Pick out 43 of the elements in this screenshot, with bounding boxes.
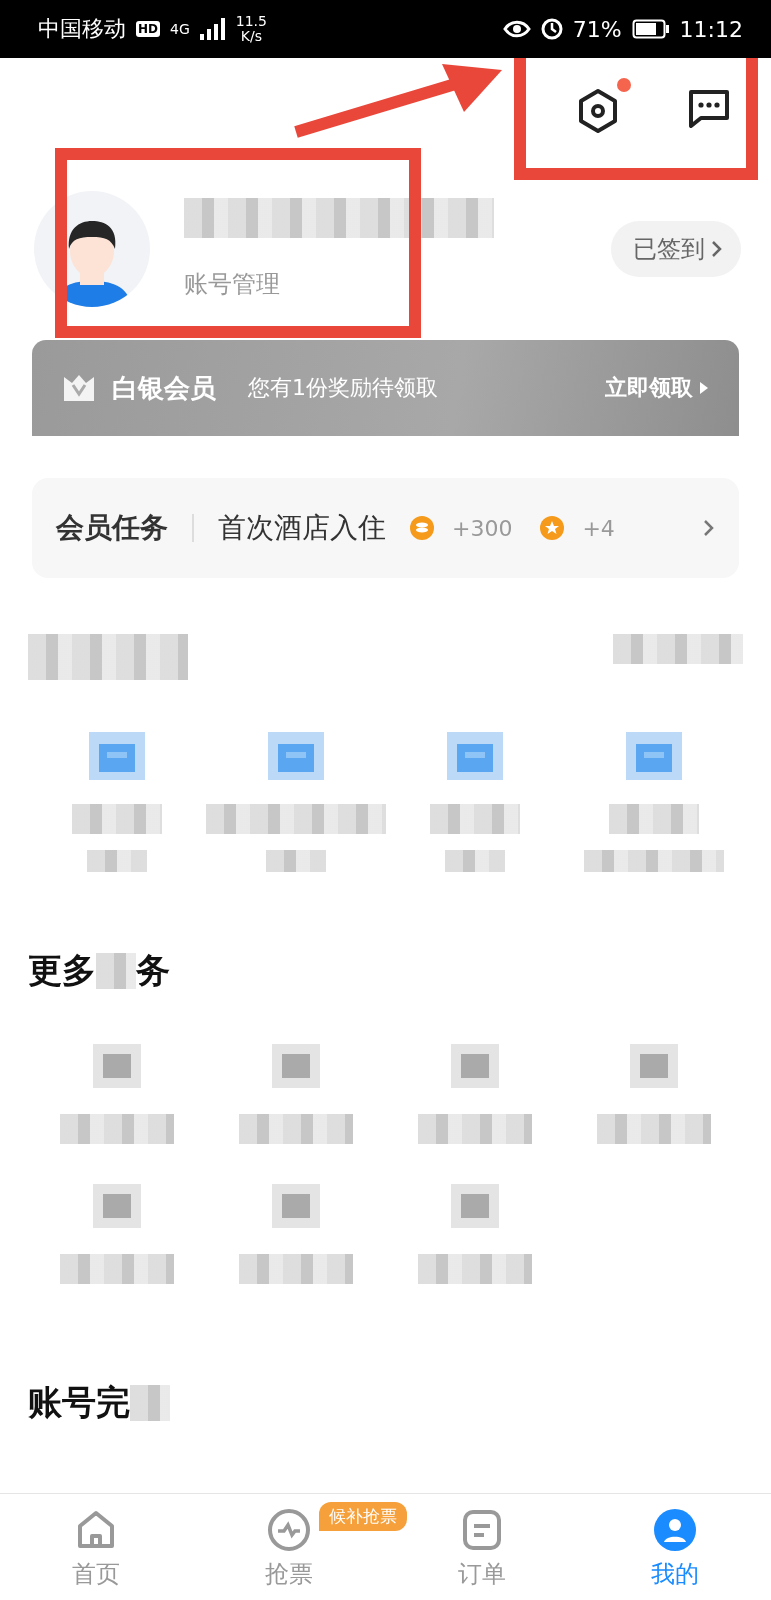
reward-amount: +300: [452, 515, 513, 541]
message-icon[interactable]: [687, 88, 731, 128]
nav-tab[interactable]: 我的: [642, 1494, 707, 1600]
account-link[interactable]: 账号管理: [184, 268, 577, 300]
profile-icon: [652, 1508, 697, 1552]
task-title: 会员任务: [56, 510, 168, 546]
section-heading: 更多: [28, 949, 96, 992]
section-heading: 务: [136, 949, 170, 992]
clock-time: 11:12: [679, 16, 743, 42]
claim-button[interactable]: 立即领取: [605, 373, 709, 403]
tab-badge: 候补抢票: [319, 1502, 408, 1531]
network-type: 4G: [170, 21, 190, 37]
hd-badge: HD: [136, 21, 160, 37]
chevron-right-icon[interactable]: [703, 519, 715, 537]
nav-tab[interactable]: 订单: [449, 1494, 514, 1600]
eye-icon: [502, 19, 531, 39]
pulse-icon: [267, 1508, 312, 1552]
blurred-label: [87, 850, 148, 872]
blurred-text: [130, 1385, 170, 1421]
triangle-right-icon: [699, 381, 709, 395]
nav-tab[interactable]: 首页: [64, 1494, 129, 1600]
checkin-button[interactable]: 已签到: [611, 221, 741, 277]
coin-icon: [410, 516, 434, 540]
speed-unit: K/s: [240, 29, 262, 44]
carrier-name: 中国移动: [38, 15, 126, 43]
chevron-right-icon: [711, 240, 723, 258]
settings-icon: [577, 88, 619, 134]
signal-icon: [199, 18, 226, 40]
reward-message: 您有1份奖励待领取: [248, 374, 439, 402]
section-heading: 账号完: [28, 1381, 130, 1424]
crown-icon: [62, 373, 96, 403]
speed-value: 11.5: [235, 14, 267, 29]
blurred-label: [445, 850, 506, 872]
battery-percent: 71%: [572, 16, 622, 42]
task-name: 首次酒店入住: [218, 510, 386, 546]
nav-tab[interactable]: 抢票: [257, 1494, 322, 1600]
battery-icon: [631, 19, 670, 39]
alarm-icon: [540, 18, 563, 40]
member-level: 白银会员: [112, 371, 216, 405]
task-card[interactable]: 会员任务 首次酒店入住 +300 +4: [32, 478, 739, 578]
blurred-text: [96, 953, 136, 989]
blurred-label: [266, 850, 327, 872]
reward-amount: +4: [582, 515, 615, 541]
